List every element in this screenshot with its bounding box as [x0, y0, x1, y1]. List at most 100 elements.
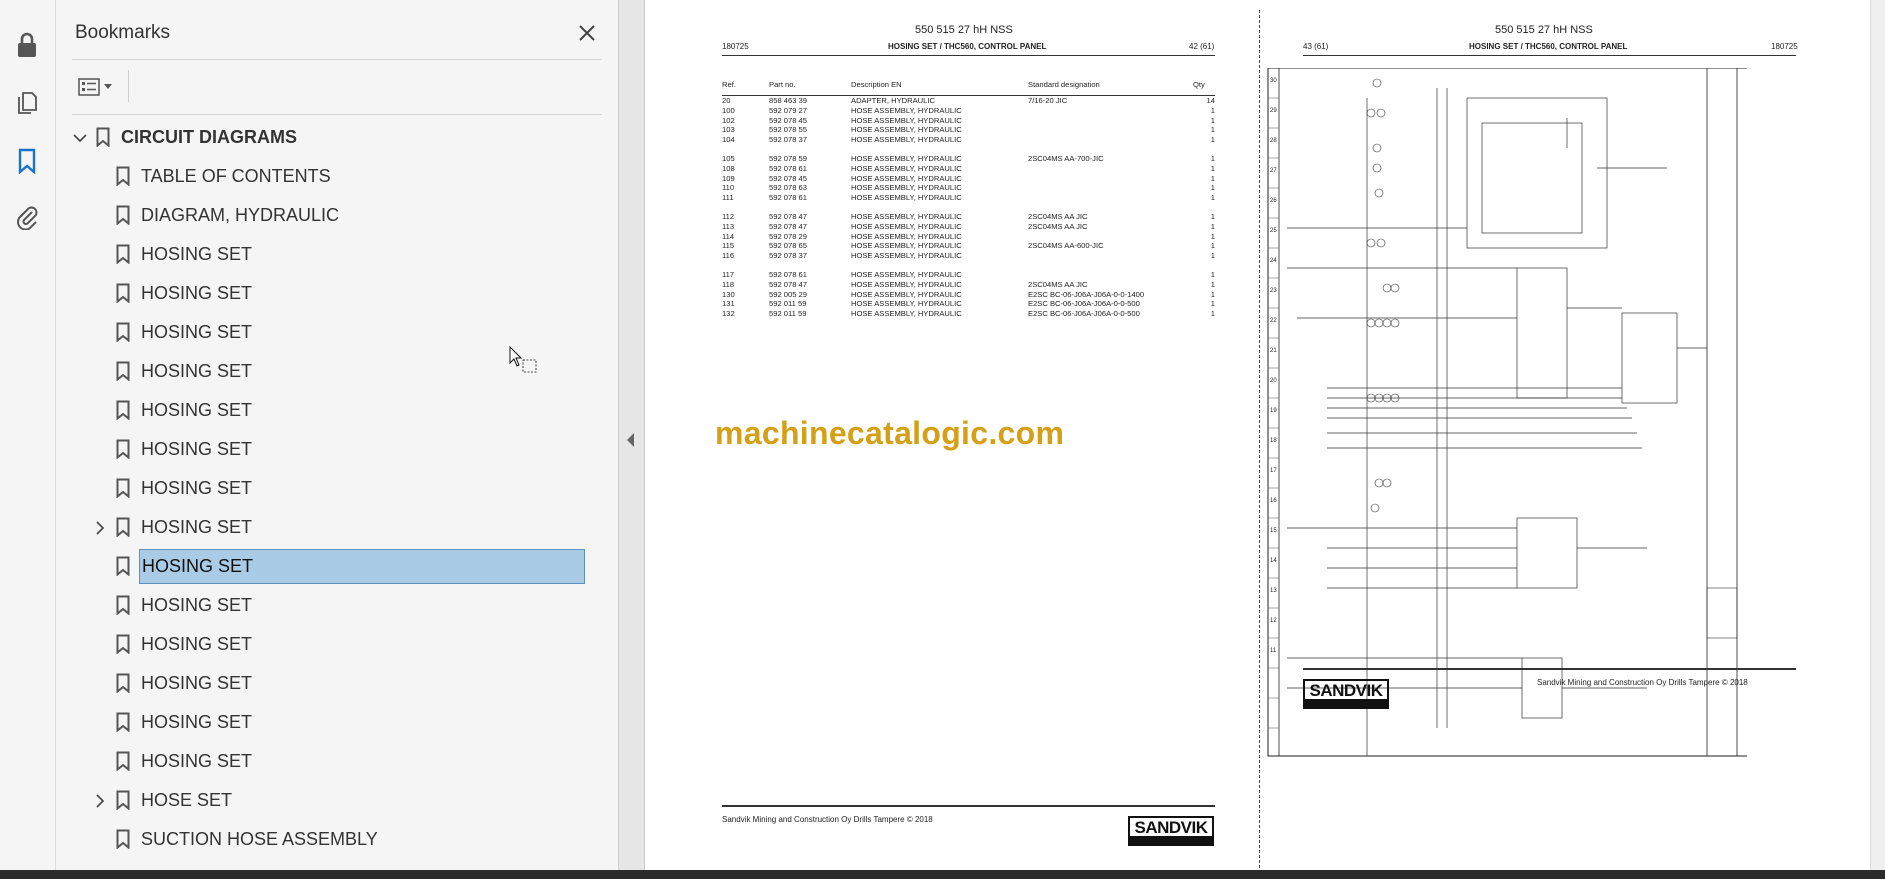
- bookmark-tree: CIRCUIT DIAGRAMS TABLE OF CONTENTS DIAGRAM…: [56, 118, 591, 868]
- table-cell: E2SC BC-06-J06A-J06A-0-0-500: [1028, 299, 1140, 309]
- bookmark-item[interactable]: HOSING SET: [56, 508, 591, 547]
- table-cell: 7/16-20 JIC: [1028, 96, 1068, 105]
- bookmark-icon: [114, 165, 132, 187]
- table-row: 104 592 078 37 HOSE ASSEMBLY, HYDRAULIC 1: [722, 135, 1215, 145]
- lock-icon[interactable]: [10, 28, 44, 62]
- bookmark-item[interactable]: HOSING SET: [56, 547, 591, 586]
- table-cell: 131: [722, 299, 735, 309]
- bookmark-item[interactable]: SUCTION HOSE ASSEMBLY: [56, 820, 591, 859]
- table-cell: 117: [722, 269, 735, 279]
- bookmark-item[interactable]: HOSING SET: [56, 586, 591, 625]
- bookmark-label: HOSING SET: [141, 361, 253, 381]
- svg-text:30: 30: [1270, 78, 1277, 84]
- chevron-right-icon[interactable]: [92, 793, 108, 809]
- bookmark-icon: [114, 633, 132, 655]
- bookmark-label: HOSING SET: [141, 439, 253, 459]
- bookmark-item[interactable]: HOSING SET: [56, 430, 591, 469]
- bookmark-panel-icon[interactable]: [10, 144, 44, 178]
- table-cell: 1: [1210, 279, 1215, 289]
- collapse-panel-handle[interactable]: [619, 0, 645, 870]
- table-cell: 1: [1210, 231, 1215, 241]
- table-cell: 20: [722, 96, 731, 105]
- table-cell: HOSE ASSEMBLY, HYDRAULIC: [851, 105, 962, 115]
- bookmark-item[interactable]: HOSING SET: [56, 274, 591, 313]
- attachment-icon[interactable]: [10, 200, 44, 234]
- footer-rule: [722, 805, 1215, 807]
- bookmark-label: HOSING SET: [141, 634, 253, 654]
- doc-number: 550 515 27 hH NSS: [1495, 24, 1593, 36]
- bookmark-item[interactable]: CIRCUIT DIAGRAMS: [56, 118, 591, 157]
- vertical-scrollbar[interactable]: [1870, 0, 1885, 870]
- bookmark-icon: [114, 321, 132, 343]
- chevron-right-icon[interactable]: [92, 520, 108, 536]
- table-cell: E2SC BC-06-J06A-J06A-0-0-1400: [1028, 289, 1145, 299]
- bookmark-item[interactable]: HOSING SET: [56, 664, 591, 703]
- bookmark-item[interactable]: HOSING SET: [56, 391, 591, 430]
- svg-text:12: 12: [1270, 618, 1277, 624]
- collapse-arrow-icon: [627, 433, 634, 447]
- svg-text:14: 14: [1270, 558, 1277, 564]
- bookmark-item[interactable]: HOSING SET: [56, 625, 591, 664]
- svg-text:24: 24: [1270, 258, 1277, 264]
- table-cell: HOSE ASSEMBLY, HYDRAULIC: [851, 269, 962, 279]
- column-header: Standard designation: [1028, 80, 1193, 96]
- table-cell: 592 078 55: [769, 125, 808, 135]
- table-cell: HOSE ASSEMBLY, HYDRAULIC: [851, 193, 962, 203]
- table-row: 110 592 078 63 HOSE ASSEMBLY, HYDRAULIC 1: [722, 183, 1215, 193]
- table-row: 103 592 078 55 HOSE ASSEMBLY, HYDRAULIC 1: [722, 125, 1215, 135]
- column-header: Qty: [1193, 80, 1215, 96]
- footer-rule: [1303, 668, 1796, 670]
- table-row: 117 592 078 61 HOSE ASSEMBLY, HYDRAULIC 1: [722, 270, 1215, 280]
- bookmark-item[interactable]: TABLE OF CONTENTS: [56, 157, 591, 196]
- bookmark-label: CIRCUIT DIAGRAMS: [121, 127, 297, 147]
- svg-text:25: 25: [1270, 228, 1277, 234]
- table-spacer: [722, 261, 1215, 270]
- doc-subtitle: HOSING SET / THC560, CONTROL PANEL: [888, 42, 1047, 51]
- svg-text:28: 28: [1270, 138, 1277, 144]
- table-cell: 132: [722, 309, 735, 319]
- bookmark-item[interactable]: HOSING SET: [56, 742, 591, 781]
- table-cell: [1028, 251, 1193, 261]
- doc-date: 180725: [722, 42, 749, 51]
- bookmark-icon: [114, 360, 132, 382]
- divider: [72, 59, 602, 60]
- table-cell: 2SC04MS AA-600-JIC: [1028, 241, 1104, 251]
- bookmark-icon: [114, 399, 132, 421]
- table-cell: HOSE ASSEMBLY, HYDRAULIC: [851, 125, 962, 135]
- table-cell: 592 078 61: [769, 269, 808, 279]
- table-cell: 1: [1210, 309, 1215, 319]
- bookmark-item[interactable]: DIAGRAM, HYDRAULIC: [56, 196, 591, 235]
- table-row: 102 592 078 45 HOSE ASSEMBLY, HYDRAULIC 1: [722, 116, 1215, 126]
- table-cell: 1: [1210, 289, 1215, 299]
- bookmark-item[interactable]: HOSING SET: [56, 469, 591, 508]
- chevron-down-icon[interactable]: [72, 130, 88, 146]
- table-row: 130 592 005 29 HOSE ASSEMBLY, HYDRAULIC E2S…: [722, 290, 1215, 300]
- table-cell: 592 078 37: [769, 135, 808, 145]
- svg-text:23: 23: [1270, 288, 1277, 294]
- table-cell: [1028, 270, 1193, 280]
- table-cell: 115: [722, 241, 735, 251]
- table-row: 111 592 078 61 HOSE ASSEMBLY, HYDRAULIC 1: [722, 193, 1215, 203]
- bookmark-icon: [114, 672, 132, 694]
- table-cell: 111: [722, 193, 734, 203]
- table-cell: 592 078 45: [769, 173, 808, 183]
- table-cell: 592 078 47: [769, 211, 808, 221]
- table-cell: 1: [1210, 251, 1215, 261]
- bookmark-icon: [114, 828, 132, 850]
- table-cell: HOSE ASSEMBLY, HYDRAULIC: [851, 251, 962, 261]
- table-cell: 2SC04MS AA JIC: [1028, 279, 1088, 289]
- table-cell: 592 078 65: [769, 241, 808, 251]
- table-cell: 102: [722, 115, 735, 125]
- table-cell: 103: [722, 125, 735, 135]
- bookmark-item[interactable]: HOSING SET: [56, 703, 591, 742]
- table-cell: 116: [722, 251, 735, 261]
- close-panel-button[interactable]: [572, 18, 602, 48]
- pages-thumbnail-icon[interactable]: [10, 86, 44, 120]
- table-cell: 110: [722, 183, 735, 193]
- bookmark-icon: [114, 750, 132, 772]
- bookmark-options-button[interactable]: [74, 72, 120, 102]
- bookmark-item[interactable]: HOSING SET: [56, 235, 591, 274]
- table-cell: ADAPTER, HYDRAULIC: [851, 96, 935, 105]
- bookmark-item[interactable]: HOSE SET: [56, 781, 591, 820]
- bookmark-label: HOSING SET: [139, 549, 585, 584]
